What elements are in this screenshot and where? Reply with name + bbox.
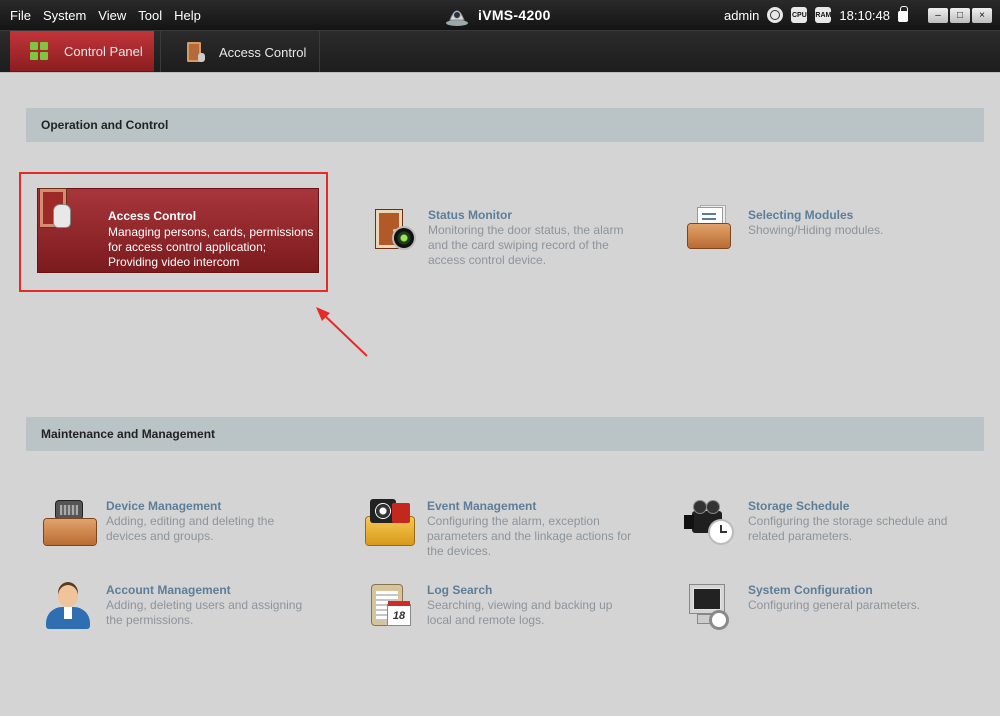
module-title: Log Search bbox=[427, 583, 493, 597]
section-header-maintenance: Maintenance and Management bbox=[26, 417, 984, 451]
module-title: Device Management bbox=[106, 499, 222, 513]
username: admin bbox=[723, 7, 760, 23]
module-desc: Configuring the alarm, exception paramet… bbox=[427, 514, 632, 558]
event-folder-icon bbox=[364, 499, 420, 555]
user-icon bbox=[42, 583, 98, 639]
module-title: Event Management bbox=[427, 499, 537, 513]
module-desc: Searching, viewing and backing up local … bbox=[427, 598, 613, 627]
ram-icon[interactable]: RAM bbox=[815, 7, 832, 23]
monitor-gear-icon bbox=[684, 583, 740, 639]
module-title: Storage Schedule bbox=[748, 499, 850, 513]
menu-view[interactable]: View bbox=[92, 8, 132, 23]
module-storage-schedule[interactable]: Storage Schedule Configuring the storage… bbox=[684, 499, 963, 555]
title-bar: File System View Tool Help iVMS-4200 adm… bbox=[0, 0, 1000, 30]
module-account-management[interactable]: Account Management Adding, deleting user… bbox=[42, 583, 321, 639]
module-desc: Configuring general parameters. bbox=[748, 598, 921, 612]
menu-system[interactable]: System bbox=[37, 8, 92, 23]
tab-access-control[interactable]: Access Control bbox=[160, 31, 320, 73]
module-device-management[interactable]: Device Management Adding, editing and de… bbox=[42, 499, 306, 555]
door-icon bbox=[187, 42, 205, 62]
calendar-day: 18 bbox=[388, 601, 410, 625]
menu-file[interactable]: File bbox=[4, 8, 37, 23]
clock-time: 18:10:48 bbox=[839, 7, 890, 23]
tab-label: Control Panel bbox=[64, 43, 143, 59]
cpu-icon[interactable]: CPU bbox=[791, 7, 808, 23]
window-controls: – □ × bbox=[928, 7, 992, 23]
maximize-button[interactable]: □ bbox=[950, 7, 970, 23]
lock-icon[interactable] bbox=[898, 6, 908, 22]
tab-control-panel[interactable]: Control Panel bbox=[10, 31, 154, 73]
status-area: admin CPU RAM 18:10:48 – □ × bbox=[724, 0, 992, 30]
minimize-button[interactable]: – bbox=[928, 7, 948, 23]
device-drawer-icon bbox=[42, 499, 98, 555]
module-desc: Adding, deleting users and assigning the… bbox=[106, 598, 303, 627]
menu-tool[interactable]: Tool bbox=[132, 8, 168, 23]
module-log-search[interactable]: 18 Log Search Searching, viewing and bac… bbox=[364, 583, 627, 639]
menu-bar: File System View Tool Help bbox=[4, 0, 207, 30]
network-icon[interactable] bbox=[767, 7, 784, 23]
app-title-text: iVMS-4200 bbox=[478, 7, 551, 23]
module-desc: Configuring the storage schedule and rel… bbox=[748, 514, 948, 543]
module-system-configuration[interactable]: System Configuration Configuring general… bbox=[684, 583, 963, 639]
module-title: Account Management bbox=[106, 583, 231, 597]
camcorder-clock-icon bbox=[684, 499, 740, 555]
tab-label: Access Control bbox=[219, 44, 307, 60]
module-desc: Adding, editing and deleting the devices… bbox=[106, 514, 275, 543]
control-panel-content: Operation and Control Access Control Man… bbox=[0, 72, 1000, 716]
module-title: System Configuration bbox=[748, 583, 873, 597]
log-calendar-icon: 18 bbox=[364, 583, 420, 639]
grid-icon bbox=[30, 42, 48, 60]
menu-help[interactable]: Help bbox=[168, 8, 207, 23]
tab-bar: Control Panel Access Control bbox=[0, 30, 1000, 73]
app-title: iVMS-4200 bbox=[444, 0, 551, 30]
module-event-management[interactable]: Event Management Configuring the alarm, … bbox=[364, 499, 642, 559]
close-button[interactable]: × bbox=[972, 7, 992, 23]
camera-logo-icon bbox=[444, 4, 470, 26]
